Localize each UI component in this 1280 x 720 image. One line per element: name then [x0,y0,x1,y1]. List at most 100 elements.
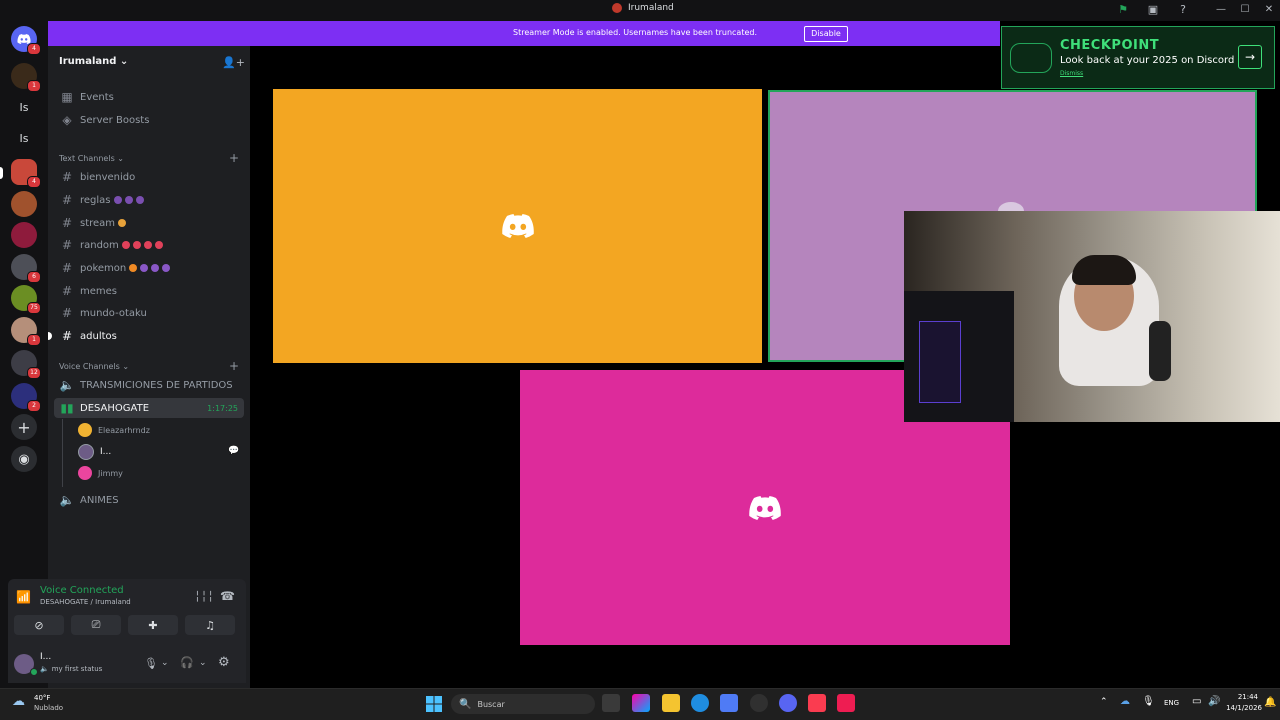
server-icon-6[interactable] [11,222,37,248]
emoji-icon [113,196,122,204]
voice-timer: 1:17:25 [207,403,238,413]
signal-icon[interactable]: 📶 [16,590,31,604]
activities-button[interactable]: ✚ [128,615,178,635]
channel-mundo-otaku[interactable]: # mundo-otaku [54,303,244,323]
text-category[interactable]: Text Channels ⌄ [59,154,124,163]
search-box[interactable]: 🔍 Buscar [451,694,595,714]
boosts-item[interactable]: ◈ Server Boosts [54,110,244,130]
weather-temp[interactable]: 40°F [34,694,50,702]
banner-message: Streamer Mode is enabled. Usernames have… [513,28,757,37]
copilot-icon[interactable] [632,694,650,712]
chevron-up-icon[interactable]: ⌃ [1100,697,1108,707]
discord-taskbar-icon[interactable] [779,694,797,712]
inbox-icon[interactable]: ▣ [1146,3,1160,17]
channel-memes[interactable]: # memes [54,281,244,301]
display-icon[interactable]: ▭ [1192,696,1201,707]
activities-icon: ✚ [148,618,158,632]
discord-icon [749,495,781,520]
windows-start-icon[interactable] [426,696,442,712]
streamer-mode-banner: Streamer Mode is enabled. Usernames have… [48,21,1000,46]
headphones-icon[interactable]: 🎧 [180,656,194,669]
hash-icon: # [61,170,73,184]
user-status-line[interactable]: 🔈 my first status [40,665,102,673]
edge-icon[interactable] [691,694,709,712]
noise-suppression-icon[interactable]: ╎╎╎ [194,590,214,603]
invite-icon[interactable]: 👤+ [222,56,245,69]
store-icon[interactable] [720,694,738,712]
voice-channel-path[interactable]: DESAHOGATE / Irumaland [40,598,131,606]
server-header[interactable]: Irumaland ⌄ [59,56,128,67]
settings-gear-icon[interactable]: ⚙ [218,655,230,670]
help-icon[interactable]: ? [1176,3,1190,17]
add-server-icon[interactable]: + [11,414,37,440]
clock-date[interactable]: 14/1/2026 [1222,704,1262,712]
volume-icon[interactable]: 🔊 [1208,696,1220,707]
voice-channel-animes[interactable]: 🔈 ANIMES [54,490,244,510]
server-icon-7[interactable]: 6 [11,254,41,283]
emoji-icon [124,196,133,204]
channel-adultos[interactable]: # adultos [54,326,244,346]
channel-bienvenido[interactable]: # bienvenido [54,167,244,187]
disable-button[interactable]: Disable [804,26,848,42]
headphone-options-chevron-icon[interactable]: ⌄ [199,658,207,668]
home-button[interactable]: 4 [11,26,41,55]
server-icon-irumaland[interactable]: 4 [11,159,41,188]
microphone-icon[interactable]: 🎙 [144,657,158,670]
channel-reglas[interactable]: # reglas [54,190,244,210]
server-icon-1[interactable]: 1 [11,63,41,92]
channel-random[interactable]: # random [54,235,244,255]
mic-options-chevron-icon[interactable]: ⌄ [161,658,169,668]
server-icon-11[interactable]: 2 [11,383,41,412]
clock-time[interactable]: 21:44 [1228,693,1258,701]
voice-active-icon: ▮▮ [60,401,74,415]
events-item[interactable]: ▦ Events [54,87,244,107]
tiktok-icon[interactable] [837,694,855,712]
voice-user-2[interactable]: I... [78,443,111,461]
minimize-button[interactable]: — [1212,3,1230,17]
discover-icon[interactable]: ◉ [11,446,37,472]
voice-status[interactable]: Voice Connected [40,585,124,596]
disconnect-icon[interactable]: ☎ [220,589,235,603]
server-icon-3[interactable]: Is [11,125,37,151]
server-icon-8[interactable]: 75 [11,285,41,314]
channel-stream[interactable]: # stream [54,213,244,233]
mic-tray-icon[interactable]: 🎙 [1142,696,1155,707]
voice-channel-transmiciones[interactable]: 🔈 TRANSMICIONES DE PARTIDOS [54,375,244,395]
cloud-icon[interactable]: ☁ [1120,696,1130,707]
voice-category[interactable]: Voice Channels ⌄ [59,362,129,371]
notifications-icon[interactable]: 🔔 [1264,697,1276,708]
file-explorer-icon[interactable] [662,694,680,712]
arrow-right-icon[interactable]: → [1238,45,1262,69]
maximize-button[interactable]: ☐ [1236,3,1254,17]
camera-off-button[interactable]: ⊘ [14,615,64,635]
music-icon[interactable] [808,694,826,712]
language-indicator[interactable]: ENG [1164,699,1179,707]
voice-user-3[interactable]: Jimmy [78,464,123,482]
voice-user-1[interactable]: Eleazarhrndz [78,421,150,439]
server-icon-2[interactable]: Is [11,94,37,120]
github-icon[interactable] [750,694,768,712]
add-voice-channel-icon[interactable]: + [229,359,239,373]
task-view-icon[interactable] [602,694,620,712]
server-icon-5[interactable] [11,191,37,217]
screen-share-button[interactable]: ⎚ [71,615,121,635]
user-name[interactable]: I... [40,652,51,662]
weather-desc[interactable]: Nublado [34,704,63,712]
hash-icon: # [61,329,73,343]
checkpoint-promo[interactable]: CHECKPOINT Look back at your 2025 on Dis… [1001,26,1275,89]
server-icon-10[interactable]: 12 [11,350,41,379]
server-icon-9[interactable]: 1 [11,317,41,346]
online-status-dot [30,668,38,676]
checkpoint-dismiss[interactable]: Dismiss [1060,70,1083,77]
microphone-arm [1149,321,1171,381]
emoji-icon [121,241,130,249]
add-channel-icon[interactable]: + [229,151,239,165]
voice-channel-desahogate[interactable]: ▮▮ DESAHOGATE 1:17:25 [54,398,244,418]
emoji-icon [140,264,149,272]
flag-icon[interactable]: ⚑ [1116,3,1130,17]
video-tile-1[interactable] [273,89,762,363]
soundboard-button[interactable]: ♫ [185,615,235,635]
close-button[interactable]: ✕ [1260,3,1278,17]
channel-pokemon[interactable]: # pokemon [54,258,244,278]
weather-icon[interactable]: ☁ [12,694,25,709]
